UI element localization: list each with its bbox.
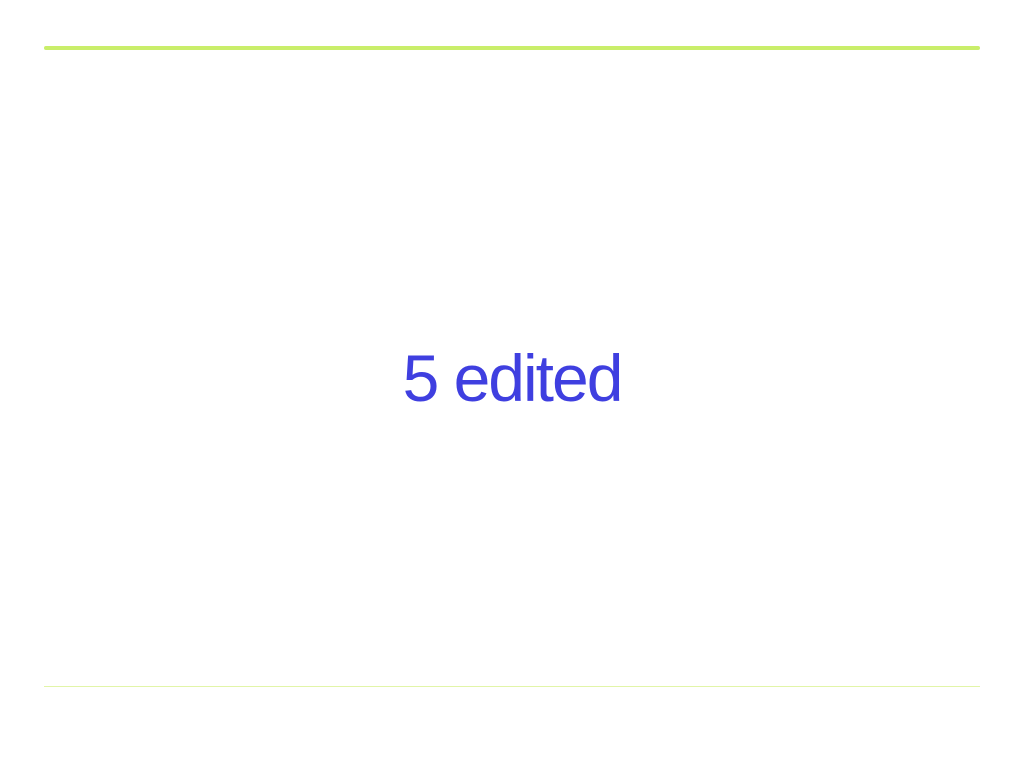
- top-accent-rule: [44, 46, 980, 50]
- bottom-rule: [44, 686, 980, 687]
- headline-text: 5 edited: [402, 341, 624, 415]
- slide: 5 edited: [0, 0, 1024, 768]
